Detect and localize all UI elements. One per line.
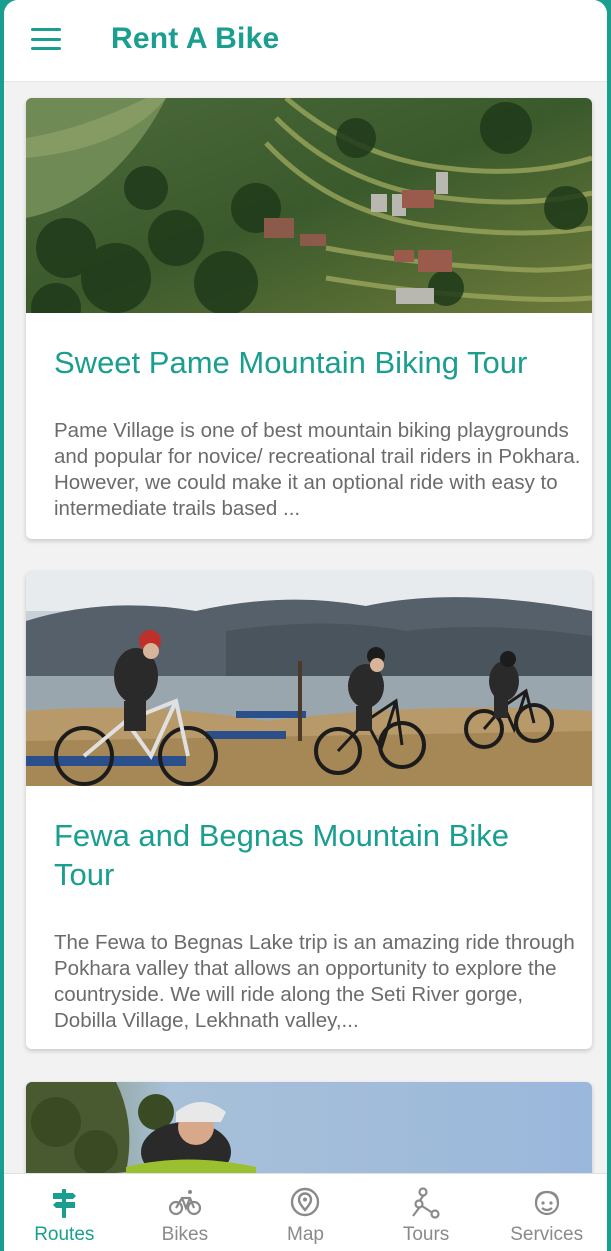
tour-feed[interactable]: Sweet Pame Mountain Biking Tour Pame Vil… [4, 82, 607, 1173]
tour-card[interactable]: Sweet Pame Mountain Biking Tour Pame Vil… [26, 98, 592, 539]
tour-image-lake-riders [26, 571, 592, 786]
nav-routes[interactable]: Routes [4, 1174, 125, 1251]
support-icon [534, 1190, 559, 1216]
nav-tours[interactable]: Tours [366, 1174, 487, 1251]
nav-label: Bikes [161, 1224, 209, 1245]
tour-card[interactable]: Fewa and Begnas Mountain Bike Tour The F… [26, 571, 592, 1049]
tour-title[interactable]: Sweet Pame Mountain Biking Tour [54, 343, 574, 382]
bottom-nav: Routes Bikes Map Tours Services [4, 1173, 607, 1251]
tour-image-rider-closeup [26, 1082, 592, 1173]
map-pin-icon [291, 1187, 320, 1217]
nav-services[interactable]: Services [486, 1174, 607, 1251]
bicycle-icon [168, 1190, 201, 1216]
tour-title[interactable]: Fewa and Begnas Mountain Bike Tour [54, 816, 574, 894]
nav-map[interactable]: Map [245, 1174, 366, 1251]
app-bar: Rent A Bike [4, 0, 607, 82]
menu-icon[interactable] [30, 26, 62, 52]
route-icon [412, 1187, 440, 1219]
tour-description: The Fewa to Begnas Lake trip is an amazi… [54, 931, 575, 1032]
nav-bikes[interactable]: Bikes [125, 1174, 246, 1251]
nav-label: Routes [34, 1224, 95, 1245]
tour-card[interactable] [26, 1082, 592, 1173]
app-frame: Rent A Bike Sweet Pame Mountain Biking T… [4, 0, 607, 1251]
nav-label: Services [510, 1224, 584, 1245]
app-title: Rent A Bike [111, 22, 280, 55]
nav-label: Tours [402, 1224, 450, 1245]
tour-image-terraces [26, 98, 592, 313]
tour-description: Pame Village is one of best mountain bik… [54, 419, 581, 520]
nav-label: Map [287, 1224, 324, 1245]
signpost-icon [53, 1189, 77, 1218]
